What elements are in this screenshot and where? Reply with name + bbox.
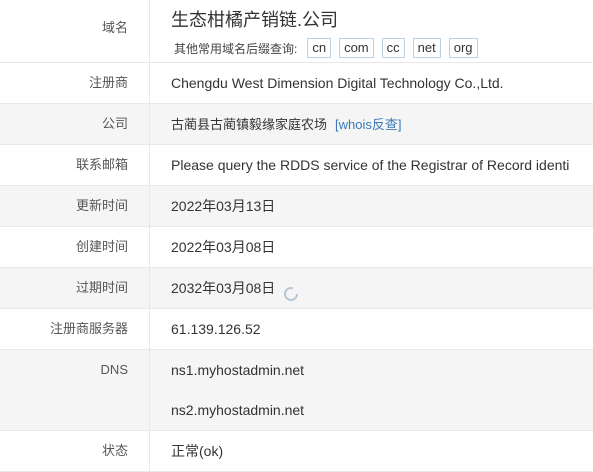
- label-expires: 过期时间: [0, 268, 150, 308]
- domain-name: 生态柑橘产销链.公司: [171, 10, 339, 30]
- row-dns: DNS ns1.myhostadmin.net ns2.myhostadmin.…: [0, 350, 593, 431]
- row-expires: 过期时间 2032年03月08日: [0, 268, 593, 309]
- label-domain: 域名: [0, 0, 150, 62]
- suffix-org[interactable]: org: [448, 38, 478, 58]
- value-domain: 生态柑橘产销链.公司 其他常用域名后缀查询: cn com cc net org: [150, 0, 593, 62]
- whois-table: 域名 生态柑橘产销链.公司 其他常用域名后缀查询: cn com cc net …: [0, 0, 593, 472]
- label-created: 创建时间: [0, 227, 150, 267]
- value-updated: 2022年03月13日: [171, 198, 276, 214]
- value-expires-cell: 2032年03月08日: [150, 268, 593, 308]
- label-status: 状态: [0, 431, 150, 471]
- label-email: 联系邮箱: [0, 145, 150, 185]
- row-whois-server: 注册商服务器 61.139.126.52: [0, 309, 593, 350]
- dns-server-2: ns2.myhostadmin.net: [171, 402, 305, 418]
- value-created: 2022年03月08日: [171, 239, 276, 255]
- value-whois-server: 61.139.126.52: [171, 321, 261, 337]
- label-updated: 更新时间: [0, 186, 150, 226]
- label-dns: DNS: [0, 350, 150, 430]
- row-registrar: 注册商 Chengdu West Dimension Digital Techn…: [0, 63, 593, 104]
- value-company-cell: 古蔺县古蔺镇毅缘家庭农场 [whois反查]: [150, 104, 593, 144]
- value-expires: 2032年03月08日: [171, 280, 276, 296]
- row-created: 创建时间 2022年03月08日: [0, 227, 593, 268]
- label-whois-server: 注册商服务器: [0, 309, 150, 349]
- row-domain: 域名 生态柑橘产销链.公司 其他常用域名后缀查询: cn com cc net …: [0, 0, 593, 63]
- value-company: 古蔺县古蔺镇毅缘家庭农场: [171, 117, 328, 132]
- dns-server-1: ns1.myhostadmin.net: [171, 362, 305, 378]
- value-email: Please query the RDDS service of the Reg…: [171, 157, 570, 173]
- suffix-com[interactable]: com: [339, 38, 374, 58]
- whois-reverse-link[interactable]: [whois反查]: [335, 117, 401, 132]
- value-dns: ns1.myhostadmin.net ns2.myhostadmin.net: [150, 350, 593, 430]
- suffix-cc[interactable]: cc: [381, 38, 405, 58]
- suffix-hint: 其他常用域名后缀查询:: [174, 41, 298, 56]
- row-status: 状态 正常(ok): [0, 431, 593, 472]
- refresh-icon[interactable]: [283, 277, 299, 302]
- row-company: 公司 古蔺县古蔺镇毅缘家庭农场 [whois反查]: [0, 104, 593, 145]
- row-updated: 更新时间 2022年03月13日: [0, 186, 593, 227]
- suffix-net[interactable]: net: [412, 38, 441, 58]
- value-registrar: Chengdu West Dimension Digital Technolog…: [171, 75, 504, 91]
- value-status: 正常(ok): [171, 443, 224, 459]
- label-registrar: 注册商: [0, 63, 150, 103]
- suffix-line: 其他常用域名后缀查询: cn com cc net org: [171, 38, 593, 58]
- label-company: 公司: [0, 104, 150, 144]
- suffix-cn[interactable]: cn: [307, 38, 332, 58]
- row-email: 联系邮箱 Please query the RDDS service of th…: [0, 145, 593, 186]
